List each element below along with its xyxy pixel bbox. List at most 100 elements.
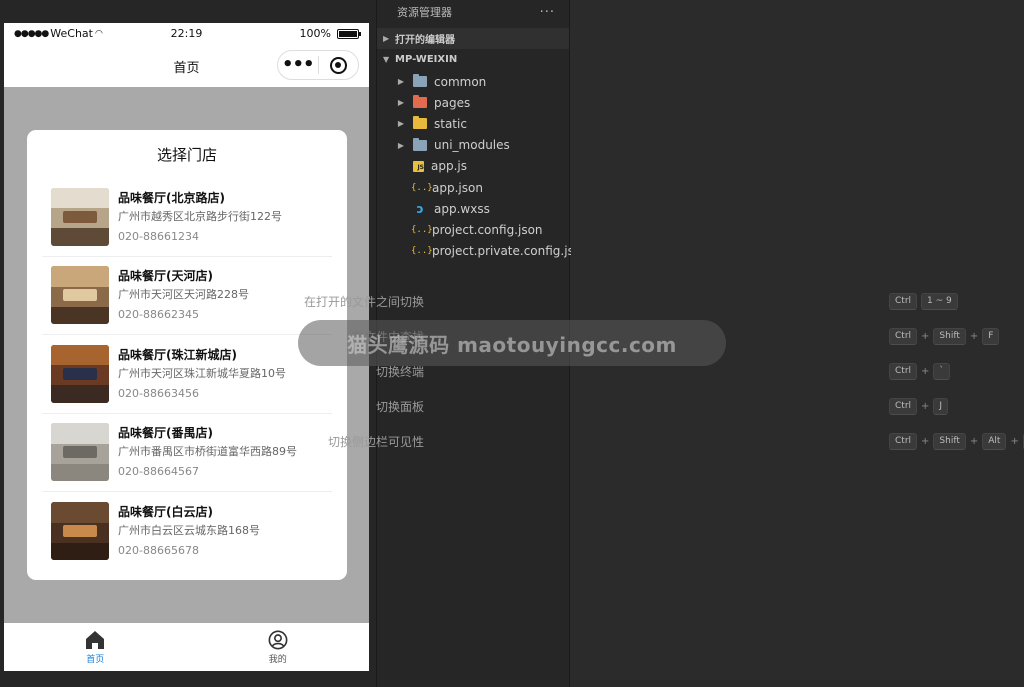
shortcut-label: 在打开的文件之间切换 bbox=[303, 294, 424, 309]
file-tree: ▶ common ▶ pages ▶ static ▶ uni_modules … bbox=[377, 71, 585, 262]
store-phone: 020-88662345 bbox=[118, 308, 199, 322]
tree-item-uni-modules[interactable]: ▶ uni_modules bbox=[377, 135, 569, 156]
nav-bar: 首页 ••• bbox=[4, 45, 369, 87]
store-photo bbox=[51, 344, 109, 403]
key-cap: Alt bbox=[982, 432, 1007, 450]
open-editors-section[interactable]: ▶ 打开的编辑器 bbox=[377, 28, 569, 49]
tree-item-pages[interactable]: ▶ pages bbox=[377, 92, 569, 113]
tree-item-app-wxss[interactable]: ↄ app.wxss bbox=[377, 198, 569, 219]
store-name: 品味餐厅(北京路店) bbox=[118, 190, 225, 205]
chevron-right-icon: ▶ bbox=[397, 98, 405, 108]
store-photo bbox=[51, 423, 109, 482]
key-plus: + bbox=[1010, 435, 1019, 447]
explorer-title: 资源管理器 bbox=[397, 6, 452, 19]
tree-item-label: app.js bbox=[431, 159, 467, 174]
chevron-right-icon: ▶ bbox=[397, 77, 405, 87]
tree-item-project-config[interactable]: {..} project.config.json bbox=[377, 219, 569, 240]
key-plus: + bbox=[921, 400, 930, 412]
json-file-icon: {..} bbox=[411, 182, 433, 193]
tab-profile[interactable]: 我的 bbox=[187, 623, 370, 671]
project-section[interactable]: ▼ MP-WEIXIN bbox=[377, 49, 569, 70]
json-file-icon: {..} bbox=[411, 246, 433, 257]
js-file-icon: JS bbox=[413, 160, 424, 172]
chevron-down-icon: ▼ bbox=[383, 55, 390, 64]
store-address: 广州市白云区云城东路168号 bbox=[118, 524, 260, 538]
shortcut-label: 切换侧边栏可见性 bbox=[327, 434, 424, 449]
tree-item-label: app.wxss bbox=[434, 201, 490, 216]
key-cap: Ctrl bbox=[889, 397, 918, 415]
tab-home[interactable]: 首页 bbox=[4, 623, 187, 671]
key-cap: Ctrl bbox=[889, 432, 918, 450]
pages-folder-icon bbox=[413, 95, 427, 109]
more-menu-icon[interactable]: ••• bbox=[278, 55, 318, 75]
tree-item-label: pages bbox=[434, 95, 471, 110]
tree-item-label: uni_modules bbox=[434, 138, 510, 153]
tree-item-app-json[interactable]: {..} app.json bbox=[377, 177, 569, 198]
tree-item-label: project.config.json bbox=[432, 222, 543, 237]
tab-home-label: 首页 bbox=[86, 654, 105, 665]
close-miniprogram-button[interactable] bbox=[318, 56, 358, 74]
key-cap: Shift bbox=[933, 327, 966, 345]
tab-profile-label: 我的 bbox=[268, 654, 287, 665]
store-selector-card: 选择门店 品味餐厅(北京路店) 广州市越秀区北京路步行街122号 020-886… bbox=[27, 130, 347, 580]
chevron-right-icon: ▶ bbox=[383, 34, 390, 43]
folder-icon bbox=[413, 137, 427, 151]
store-phone: 020-88665678 bbox=[118, 544, 199, 558]
menu-capsule: ••• bbox=[277, 50, 359, 80]
key-cap: J bbox=[933, 397, 949, 415]
shortcut-keys: Ctrl + Shift + Alt + B bbox=[889, 432, 1024, 450]
store-name: 品味餐厅(珠江新城店) bbox=[118, 347, 237, 362]
store-photo bbox=[51, 266, 109, 325]
key-plus: + bbox=[969, 330, 979, 342]
store-name: 品味餐厅(天河店) bbox=[118, 269, 213, 284]
key-cap: F bbox=[982, 327, 1000, 345]
tab-bar: 首页 我的 bbox=[4, 623, 369, 671]
key-plus: + bbox=[921, 365, 930, 377]
project-label: MP-WEIXIN bbox=[395, 54, 458, 65]
open-editors-label: 打开的编辑器 bbox=[395, 35, 455, 46]
battery-percent: 100% bbox=[299, 27, 331, 40]
target-icon bbox=[329, 56, 347, 74]
tree-item-static[interactable]: ▶ static bbox=[377, 113, 569, 134]
tree-item-label: common bbox=[434, 74, 487, 89]
key-plus: + bbox=[921, 435, 930, 447]
tree-item-label: app.json bbox=[432, 180, 483, 195]
key-cap: Ctrl bbox=[889, 327, 918, 345]
shortcut-label: 切换面板 bbox=[375, 399, 424, 414]
card-title: 选择门店 bbox=[156, 146, 217, 164]
chevron-right-icon: ▶ bbox=[397, 119, 405, 129]
explorer-more-button[interactable]: ··· bbox=[540, 5, 555, 20]
tree-item-common[interactable]: ▶ common bbox=[377, 71, 569, 92]
store-phone: 020-88664567 bbox=[118, 465, 199, 479]
key-plus: + bbox=[969, 435, 979, 447]
key-plus: + bbox=[921, 330, 930, 342]
battery-icon bbox=[337, 28, 361, 39]
key-cap: ` bbox=[933, 362, 950, 380]
store-name: 品味餐厅(白云店) bbox=[118, 505, 213, 520]
tree-item-app-js[interactable]: JS app.js bbox=[377, 156, 569, 177]
store-item[interactable]: 品味餐厅(白云店) 广州市白云区云城东路168号 020-88665678 bbox=[42, 492, 332, 571]
folder-icon bbox=[413, 74, 427, 88]
tree-item-project-private-config[interactable]: {..} project.private.config.js... bbox=[377, 241, 585, 262]
store-phone: 020-88661234 bbox=[118, 229, 199, 243]
user-icon bbox=[268, 630, 288, 649]
store-photo bbox=[51, 187, 109, 246]
explorer-header: 资源管理器 ··· bbox=[377, 0, 569, 24]
key-cap: 1 ~ 9 bbox=[921, 292, 958, 310]
json-file-icon: {..} bbox=[411, 224, 433, 235]
store-address: 广州市越秀区北京路步行街122号 bbox=[118, 209, 282, 223]
key-cap: Ctrl bbox=[889, 292, 918, 310]
status-bar: ●●●●● WeChat ◠ 22:19 100% bbox=[4, 23, 369, 45]
store-item[interactable]: 品味餐厅(北京路店) 广州市越秀区北京路步行街122号 020-88661234 bbox=[42, 178, 332, 257]
shortcut-keys: Ctrl + ` bbox=[889, 362, 950, 380]
shortcut-keys: Ctrl + J bbox=[889, 397, 949, 415]
shortcut-keys: Ctrl + Shift + F bbox=[889, 327, 1000, 345]
store-item[interactable]: 品味餐厅(番禺店) 广州市番禺区市桥街道富华西路89号 020-88664567 bbox=[42, 414, 332, 492]
shortcut-keys: Ctrl 1 ~ 9 bbox=[889, 292, 958, 310]
battery-info: 100% bbox=[299, 27, 361, 40]
home-icon bbox=[86, 630, 105, 649]
key-cap: Ctrl bbox=[889, 362, 918, 380]
watermark-banner: 猫头鹰源码 maotouyingcc.com bbox=[298, 320, 726, 366]
tree-item-label: static bbox=[434, 116, 467, 131]
css-file-icon: ↄ bbox=[416, 201, 424, 216]
